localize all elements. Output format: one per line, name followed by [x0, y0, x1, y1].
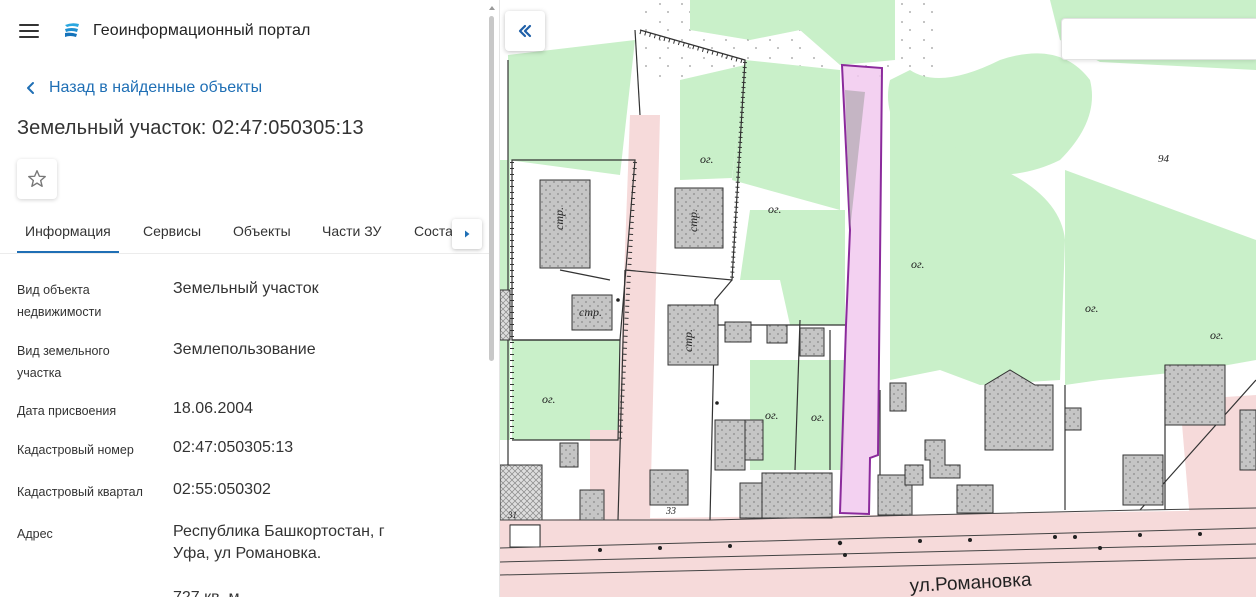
map-label-str: стр. [552, 207, 566, 230]
chevron-left-icon [27, 82, 34, 94]
map-search-input[interactable] [1061, 18, 1256, 60]
info-label: Дата присвоения [17, 404, 117, 418]
info-panel: Геоинформационный портал Назад в найденн… [0, 0, 500, 597]
map-label-str: стр. [681, 329, 695, 352]
map-label-og: ог. [1210, 328, 1224, 342]
info-label: Адрес [17, 527, 53, 541]
map-label-number: 33 [665, 506, 676, 517]
top-bar: Геоинформационный портал [0, 0, 499, 62]
info-value: 18.06.2004 [173, 400, 254, 417]
back-link-label: Назад в найденные объекты [49, 79, 263, 96]
tab-composition[interactable]: Соста [414, 212, 453, 253]
cadastral-map[interactable]: ог. ог. ог. ог. ог. ог. ог. ог. ог. стр.… [500, 0, 1256, 597]
map-label-number: 94 [1158, 153, 1170, 165]
portal-logo-icon [65, 23, 79, 37]
info-value: Земельный участок [173, 280, 319, 297]
tab-objects[interactable]: Объекты [233, 212, 291, 253]
info-value: Республика Башкортостан, г Уфа, ул Роман… [173, 523, 385, 562]
tab-services[interactable]: Сервисы [143, 212, 201, 253]
tab-bar: Информация Сервисы Объекты Части ЗУ Сост… [0, 212, 490, 254]
double-chevron-left-icon [518, 24, 532, 38]
tabs-next-button[interactable] [452, 219, 482, 249]
scroll-thumb[interactable] [489, 16, 494, 361]
highlighted-parcel[interactable] [838, 63, 884, 516]
map-label-str: стр. [686, 209, 700, 232]
map-view[interactable]: ог. ог. ог. ог. ог. ог. ог. ог. ог. стр.… [500, 0, 1256, 597]
star-outline-icon [28, 170, 46, 188]
map-label-og: ог. [542, 392, 556, 406]
panel-scrollbar[interactable] [488, 4, 496, 594]
portal-title: Геоинформационный портал [93, 22, 311, 39]
info-label: Кадастровый квартал [17, 485, 143, 499]
info-value: 02:55:050302 [173, 481, 271, 498]
object-title: Земельный участок: 02:47:050305:13 [17, 117, 364, 139]
map-label-og: ог. [911, 257, 925, 271]
hamburger-icon[interactable] [19, 24, 39, 38]
caret-right-icon [465, 230, 470, 238]
favorite-button[interactable] [17, 159, 57, 199]
info-value: 02:47:050305:13 [173, 439, 294, 456]
info-value: Землепользование [173, 341, 316, 358]
collapse-panel-button[interactable] [505, 11, 545, 51]
map-label-og: ог. [768, 202, 782, 216]
info-label: Вид объекта недвижимости [17, 283, 102, 319]
info-label: Кадастровый номер [17, 443, 134, 457]
map-label-number: 31 [507, 510, 517, 520]
tab-information[interactable]: Информация [17, 212, 119, 253]
scroll-up-arrow[interactable] [489, 6, 495, 10]
info-value: 727 кв. м [173, 587, 423, 597]
tab-parts[interactable]: Части ЗУ [322, 212, 381, 253]
map-label-str: стр. [579, 305, 602, 319]
map-label-og: ог. [811, 410, 825, 424]
info-label: Вид земельного участка [17, 344, 110, 380]
map-label-og: ог. [700, 152, 714, 166]
map-label-og: ог. [1085, 301, 1099, 315]
back-to-results-link[interactable]: Назад в найденные объекты [22, 77, 262, 99]
map-label-og: ог. [765, 408, 779, 422]
